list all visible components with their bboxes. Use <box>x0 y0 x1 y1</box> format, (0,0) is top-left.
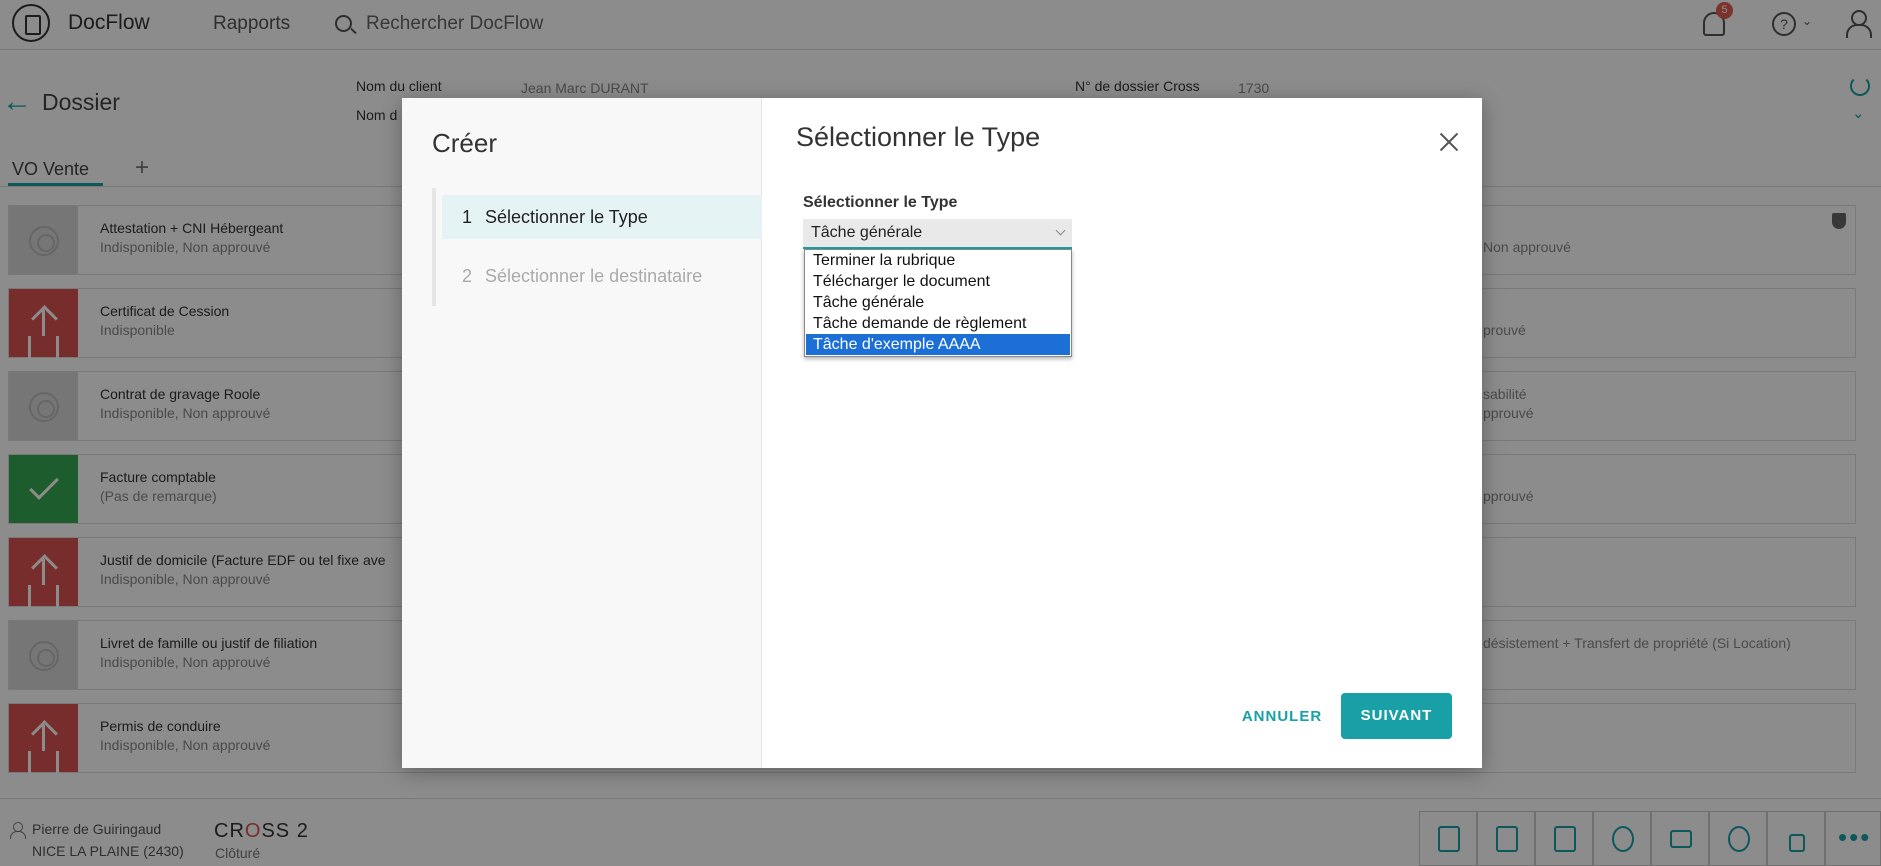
type-field-label: Sélectionner le Type <box>803 194 958 211</box>
close-icon[interactable] <box>1437 130 1461 154</box>
option-tache-demande-reglement[interactable]: Tâche demande de règlement <box>806 313 1070 334</box>
step-number: 1 <box>462 207 473 227</box>
option-tache-exemple-aaaa[interactable]: Tâche d'exemple AAAA <box>806 334 1070 355</box>
type-select[interactable]: Tâche générale <box>803 219 1072 249</box>
type-dropdown-list: Terminer la rubrique Télécharger le docu… <box>804 249 1072 357</box>
steps-rail <box>432 188 436 306</box>
step-label: Sélectionner le Type <box>485 207 648 227</box>
cancel-button[interactable]: ANNULER <box>1230 697 1334 737</box>
modal-sidebar-title: Créer <box>432 128 498 158</box>
option-tache-generale[interactable]: Tâche générale <box>806 292 1070 313</box>
chevron-down-icon <box>1055 225 1066 236</box>
step-select-type[interactable]: 1 Sélectionner le Type <box>442 195 762 239</box>
step-select-recipient[interactable]: 2 Sélectionner le destinataire <box>442 258 762 302</box>
type-select-value: Tâche générale <box>811 224 923 241</box>
step-label: Sélectionner le destinataire <box>485 266 703 286</box>
option-telecharger-document[interactable]: Télécharger le document <box>806 271 1070 292</box>
option-terminer-rubrique[interactable]: Terminer la rubrique <box>806 250 1070 271</box>
step-number: 2 <box>462 266 473 286</box>
modal-title: Sélectionner le Type <box>796 122 1041 152</box>
next-button[interactable]: SUIVANT <box>1341 693 1452 739</box>
